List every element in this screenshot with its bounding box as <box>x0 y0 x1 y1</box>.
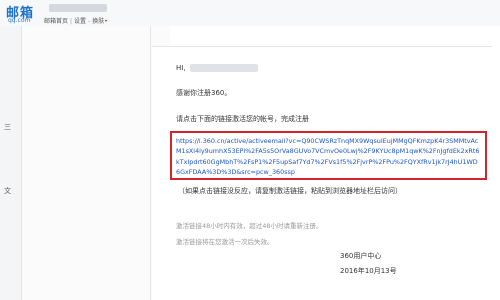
nav-divider: - <box>88 18 91 25</box>
activation-link[interactable]: https://i.360.cn/active/activeemail?vc=Q… <box>176 136 481 178</box>
nav-skin[interactable]: 换肤 <box>92 18 104 25</box>
sidebar-item-2[interactable]: 文 <box>4 186 11 196</box>
panel-divider <box>150 26 151 300</box>
signature: 360用户中心 <box>340 252 382 260</box>
sidebar: 三 文 <box>0 26 22 300</box>
instruction-text: 请点击下面的链接激活您的帐号，完成注册 <box>176 115 309 123</box>
email-date: 2016年10月13号 <box>340 267 397 275</box>
fallback-note: （如果点击链接没反应，请复制激活链接，粘贴到浏览器地址栏后访问） <box>178 187 402 195</box>
mail-domain: qq.com <box>8 17 31 24</box>
nav-divider: | <box>70 18 73 25</box>
recipient-redacted <box>190 64 258 72</box>
expiry-note-1: 激活链接48小时内有效，超过48小时请重新注册。 <box>176 222 323 230</box>
sidebar-item-1[interactable]: 三 <box>4 122 11 132</box>
account-name-redacted <box>49 4 107 12</box>
header-nav: 邮箱首页 | 设置 - 换肤• <box>44 16 108 25</box>
new-dot-icon: • <box>104 18 108 25</box>
folder-panel <box>22 26 170 300</box>
expiry-note-2: 激活链接将在您激活一次后失效。 <box>176 238 274 246</box>
thanks-text: 感谢你注册360。 <box>176 89 232 97</box>
nav-mail-home[interactable]: 邮箱首页 <box>44 18 68 25</box>
mail-header: 邮箱 qq.com 邮箱首页 | 设置 - 换肤• <box>0 0 500 26</box>
greeting: HI, <box>176 64 186 72</box>
activation-link-box: https://i.360.cn/active/activeemail?vc=Q… <box>170 131 487 180</box>
nav-settings[interactable]: 设置 <box>74 18 86 25</box>
